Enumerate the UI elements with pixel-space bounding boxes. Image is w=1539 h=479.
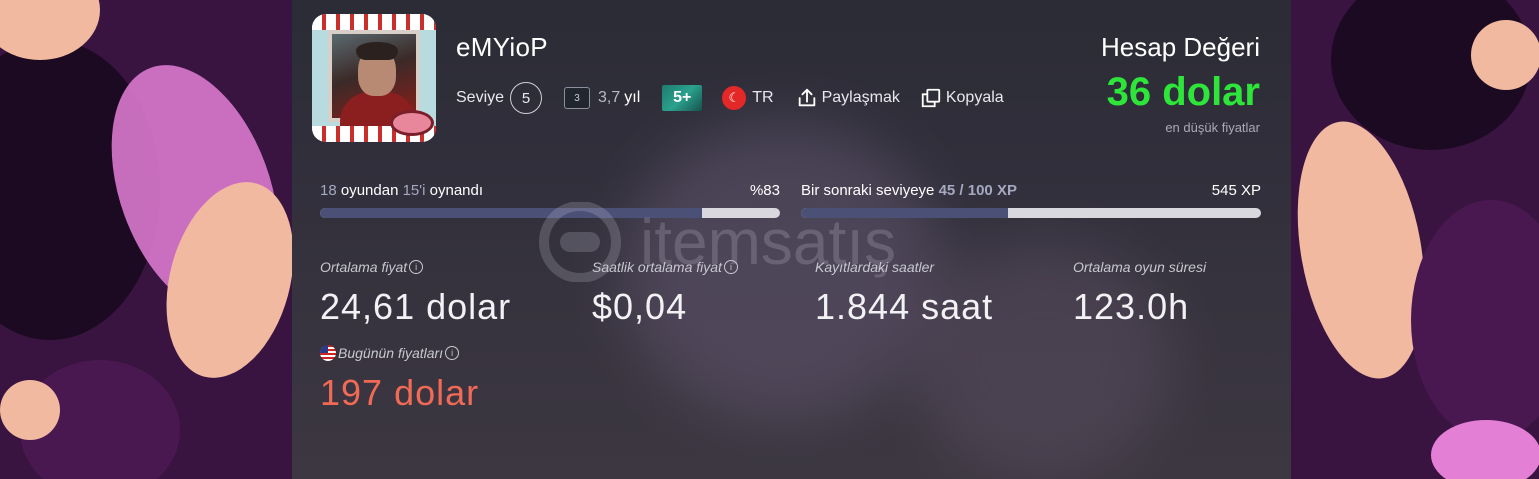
level-badge: 5 [510,82,543,114]
stat-average-playtime: Ortalama oyun süresi 123.0h [1073,259,1207,327]
games-progress-label: 18 oyundan 15'i oynandı [320,182,484,199]
xp-progress-label: Bir sonraki seviyeye 45 / 100 XP [801,182,1017,199]
stat-hourly-average: Saatlik ortalama fiyat i $0,04 [592,258,738,328]
xp-total: 545 XP [1211,182,1261,199]
stat-recorded-hours: Kayıtlardaki saatler 1.844 saat [815,259,994,327]
share-icon [798,88,815,107]
profile-meta-row: Seviye 5 3 3,7 yıl 5+ ☾ TR Paylaşmak Kop… [456,82,1004,114]
years-unit: yıl [624,89,641,106]
us-flag-icon [320,345,336,361]
account-value-title: Hesap Değeri [1101,32,1260,62]
level-label: Seviye [456,89,505,106]
username: eMYioP [456,32,548,62]
games-progress-percent: %83 [749,182,780,199]
info-icon[interactable]: i [409,260,424,274]
account-value-amount: 36 dolar [1106,70,1260,114]
account-value-subtitle: en düşük fiyatlar [1165,120,1260,135]
background-artwork-right [1291,0,1539,479]
turkey-flag-icon: ☾ [722,86,747,110]
plus-badge-icon: 5+ [662,85,703,111]
info-icon[interactable]: i [723,260,738,274]
info-icon[interactable]: i [445,346,460,360]
country-code: TR [752,89,774,106]
copy-label: Kopyala [945,89,1004,106]
share-button[interactable]: Paylaşmak [796,87,900,109]
stat-average-price: Ortalama fiyat i 24,61 dolar [320,259,512,327]
account-panel: eMYioP Seviye 5 3 3,7 yıl 5+ ☾ TR Paylaş… [292,0,1291,479]
avatar [312,14,436,142]
background-artwork-left [0,0,292,479]
years-badge-icon: 3 [564,87,591,109]
copy-icon [921,88,941,108]
years-value: 3,7 [598,89,621,106]
share-label: Paylaşmak [821,89,900,106]
stat-today-prices: Bugünün fiyatları i 197 dolar [320,345,480,413]
copy-button[interactable]: Kopyala [920,87,1004,109]
